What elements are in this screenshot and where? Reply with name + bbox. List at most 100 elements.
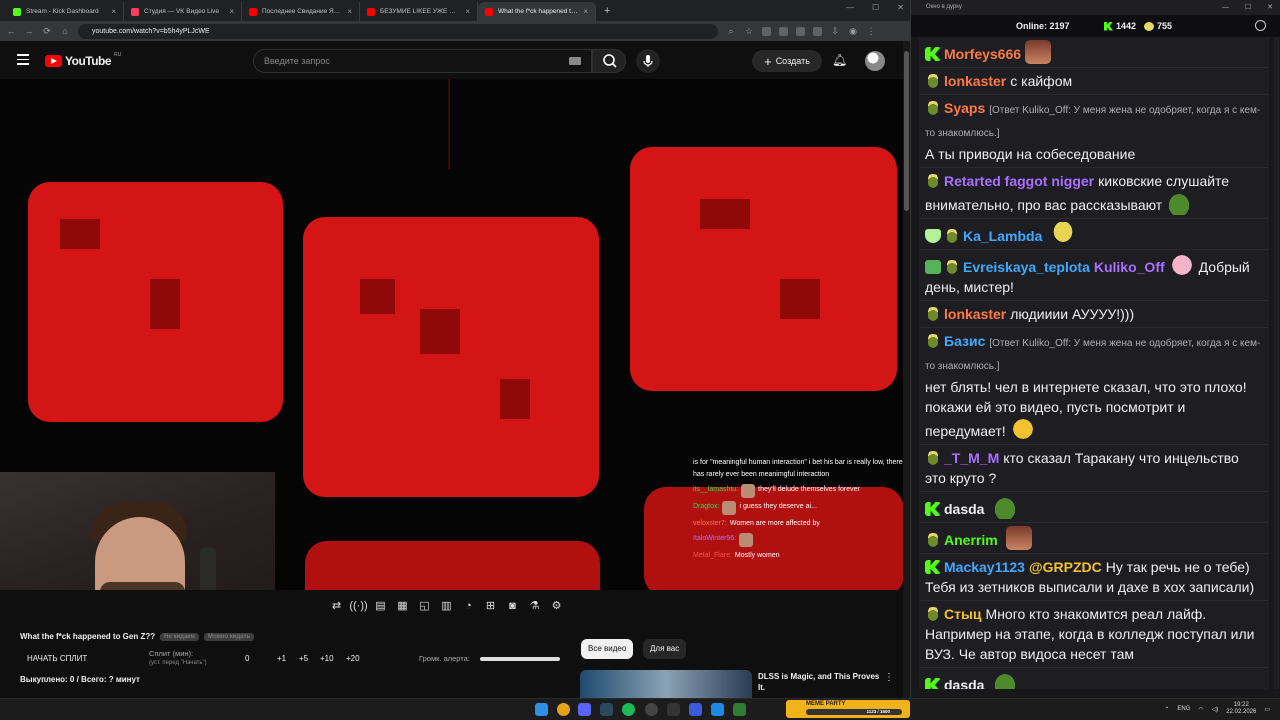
keyboard-icon[interactable] bbox=[569, 57, 581, 65]
voice-search-button[interactable] bbox=[636, 49, 660, 73]
clock[interactable]: 19:22 22.02.2026 bbox=[1226, 702, 1256, 716]
chrome-icon[interactable] bbox=[557, 703, 570, 716]
telegram-icon[interactable] bbox=[711, 703, 724, 716]
url-field[interactable]: youtube.com/watch?v=b5h4yPLJcWE bbox=[78, 23, 718, 39]
chat-mention[interactable]: @GRPZDC bbox=[1029, 559, 1102, 575]
extension-icon[interactable] bbox=[796, 26, 805, 36]
close-icon[interactable]: ✕ bbox=[1267, 0, 1273, 15]
frames-icon[interactable]: ▥ bbox=[438, 597, 455, 614]
chat-message[interactable]: dasda bbox=[919, 492, 1269, 523]
zoom-icon[interactable]: ⌕ bbox=[726, 26, 736, 37]
settings-gear-icon[interactable]: ⚙ bbox=[548, 597, 565, 614]
minimize-icon[interactable]: — bbox=[846, 3, 854, 12]
chat-username[interactable]: dasda bbox=[944, 501, 984, 517]
flask-icon[interactable]: ⚗ bbox=[526, 597, 543, 614]
wifi-icon[interactable]: ◠ bbox=[1198, 706, 1203, 713]
notifications-icon[interactable]: ▭ bbox=[1264, 706, 1270, 713]
tab-close-icon[interactable]: × bbox=[229, 7, 234, 16]
status-pill[interactable]: Не кидаем bbox=[160, 632, 199, 641]
close-icon[interactable]: ✕ bbox=[897, 3, 904, 12]
spotify-icon[interactable] bbox=[622, 703, 635, 716]
extension-icon[interactable] bbox=[762, 26, 771, 36]
chat-username[interactable]: lonkaster bbox=[944, 306, 1006, 322]
lang-indicator[interactable]: ENG bbox=[1177, 706, 1190, 712]
tab-close-icon[interactable]: × bbox=[111, 7, 116, 16]
chat-username[interactable]: _T_M_M bbox=[944, 450, 999, 466]
search-button[interactable] bbox=[592, 49, 626, 73]
create-button[interactable]: + Создать bbox=[752, 50, 822, 72]
speed-gauge-icon[interactable]: ◔ bbox=[460, 597, 477, 614]
chat-message[interactable]: Anerrim bbox=[919, 523, 1269, 554]
chat-messages[interactable]: Morfeys666 lonkaster с кайфом Syaps [Ответ K… bbox=[919, 37, 1269, 689]
chat-message[interactable]: Morfeys666 bbox=[919, 37, 1269, 68]
chat-message[interactable]: lonkaster людииии АУУУУ!))) bbox=[919, 301, 1269, 328]
add-1-button[interactable]: +1 bbox=[277, 654, 286, 663]
recommended-thumbnail[interactable] bbox=[580, 670, 752, 698]
home-icon[interactable]: ⌂ bbox=[60, 26, 70, 36]
chat-scrollbar[interactable] bbox=[1274, 37, 1279, 689]
chat-message[interactable]: Стыц Много кто знакомится реал лайф. Напр… bbox=[919, 601, 1269, 668]
chat-message[interactable]: Evreiskaya_teplota Kuliko_Off Добрый день,… bbox=[919, 250, 1269, 301]
start-split-button[interactable]: НАЧАТЬ СПЛИТ bbox=[27, 654, 87, 663]
bookmark-star-icon[interactable]: ☆ bbox=[744, 26, 754, 37]
chat-message[interactable]: Ka_Lambda bbox=[919, 219, 1269, 250]
search-input[interactable]: Введите запрос bbox=[253, 49, 592, 73]
chat-username[interactable]: Morfeys666 bbox=[944, 46, 1021, 62]
maximize-icon[interactable]: ☐ bbox=[872, 3, 879, 12]
chat-username[interactable]: dasda bbox=[944, 677, 984, 689]
media-player-icon[interactable] bbox=[689, 703, 702, 716]
account-avatar[interactable] bbox=[865, 51, 885, 71]
minimize-icon[interactable]: — bbox=[1222, 0, 1229, 15]
picture-in-picture-icon[interactable]: ◱ bbox=[416, 597, 433, 614]
browser-tab[interactable]: БЕЗУМИЕ LIKEE УЖЕ НЕ ОСТАНОВИТЬ × bbox=[360, 2, 478, 21]
steam-icon[interactable] bbox=[600, 703, 613, 716]
menu-icon[interactable] bbox=[17, 54, 29, 68]
browser-tab[interactable]: Последнее Свидание ЯйцесяIlfff × bbox=[242, 2, 360, 21]
maximize-icon[interactable]: ☐ bbox=[1245, 0, 1251, 15]
tab-close-icon[interactable]: × bbox=[347, 7, 352, 16]
start-windows-icon[interactable] bbox=[535, 703, 548, 716]
chat-message[interactable]: _T_M_M кто сказал Таракану что инцельство… bbox=[919, 445, 1269, 492]
meme-party-widget[interactable]: MEME PARTY 1123 / 1500 bbox=[786, 700, 910, 718]
browser-tab[interactable]: Студия — VK Видео Live × bbox=[124, 2, 242, 21]
chat-username[interactable]: Базис bbox=[944, 333, 985, 349]
chat-message[interactable]: Syaps [Ответ Kuliko_Off: У меня жена не о… bbox=[919, 95, 1269, 168]
loop-icon[interactable]: ⇄ bbox=[328, 597, 345, 614]
chat-username[interactable]: Anerrim bbox=[944, 532, 998, 548]
reload-icon[interactable]: ⟳ bbox=[42, 26, 52, 37]
tab-close-icon[interactable]: × bbox=[465, 7, 470, 16]
browser-menu-icon[interactable]: ⋮ bbox=[866, 26, 876, 37]
chat-username[interactable]: Evreiskaya_teplota bbox=[963, 259, 1090, 275]
playlist-add-icon[interactable]: ▤ bbox=[372, 597, 389, 614]
camera-icon[interactable]: ◙ bbox=[504, 597, 521, 614]
chat-message[interactable]: Mackay1123 @GRPZDC Ну так речь не о тебе) … bbox=[919, 554, 1269, 601]
alert-volume-slider[interactable] bbox=[480, 657, 560, 661]
chat-message[interactable]: dasda bbox=[919, 668, 1269, 689]
download-icon[interactable]: ⇩ bbox=[830, 26, 840, 37]
app-icon[interactable] bbox=[667, 703, 680, 716]
obs-icon[interactable] bbox=[645, 703, 658, 716]
add-5-button[interactable]: +5 bbox=[299, 654, 308, 663]
volume-icon[interactable]: ◁) bbox=[1212, 706, 1219, 713]
chat-username[interactable]: Ka_Lambda bbox=[963, 228, 1042, 244]
extensions-puzzle-icon[interactable] bbox=[813, 26, 822, 36]
split-minutes-value[interactable]: 0 bbox=[245, 654, 249, 663]
chat-settings-icon[interactable] bbox=[1255, 20, 1266, 31]
chat-message[interactable]: Retarted faggot nigger киковские слушайте… bbox=[919, 168, 1269, 219]
add-20-button[interactable]: +20 bbox=[346, 654, 360, 663]
browser-tab[interactable]: Stream - Kick Dashboard × bbox=[6, 2, 124, 21]
chip-all-videos[interactable]: Все видео bbox=[581, 639, 634, 659]
chat-username[interactable]: Retarted faggot nigger bbox=[944, 173, 1094, 189]
tab-close-icon[interactable]: × bbox=[583, 7, 588, 16]
chat-username[interactable]: Mackay1123 bbox=[944, 559, 1025, 575]
film-icon[interactable]: ▦ bbox=[394, 597, 411, 614]
chat-username[interactable]: lonkaster bbox=[944, 73, 1006, 89]
chat-username[interactable]: Стыц bbox=[944, 606, 982, 622]
forward-icon[interactable]: → bbox=[24, 26, 34, 36]
more-options-icon[interactable]: ⋮ bbox=[884, 672, 894, 683]
back-icon[interactable]: ← bbox=[6, 26, 16, 36]
chip-for-you[interactable]: Для вас bbox=[643, 639, 687, 659]
add-box-icon[interactable]: ⊞ bbox=[482, 597, 499, 614]
app-icon[interactable] bbox=[733, 703, 746, 716]
chat-message[interactable]: lonkaster с кайфом bbox=[919, 68, 1269, 95]
